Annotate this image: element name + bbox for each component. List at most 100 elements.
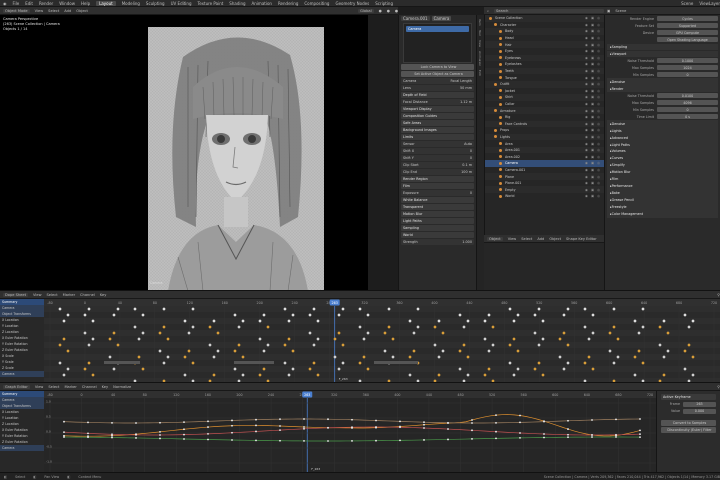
visibility-icons[interactable]: ◉ ▣ ◎ [585,115,604,119]
graph-menu-view[interactable]: View [35,385,44,389]
render-setting-row[interactable]: Noise Threshold 0.1000 [607,58,718,64]
render-setting-row[interactable]: Max Samples 1024 [607,64,718,71]
render-setting-value[interactable]: Supported [657,23,718,29]
render-section-render[interactable]: ▸ Render [607,85,718,92]
camera-prop-row[interactable]: Lens 50 mm [401,85,474,91]
visibility-icons[interactable]: ◉ ▣ ◎ [585,148,604,152]
lock-camera-button[interactable]: Lock Camera to View [401,64,474,70]
dope-channel-row[interactable]: Camera [0,371,44,377]
workspace-tab-texture-paint[interactable]: Texture Paint [197,1,223,6]
visibility-icons[interactable]: ◉ ▣ ◎ [585,102,604,106]
camera-prop-row[interactable]: Light Paths [401,218,474,224]
visibility-icons[interactable]: ◉ ▣ ◎ [585,23,604,27]
sidebar-tab-tool[interactable]: Tool [478,30,482,36]
visibility-icons[interactable]: ◉ ▣ ◎ [585,161,604,165]
viewport-menu-view[interactable]: View [35,9,44,13]
render-section-freestyle[interactable]: ▸ Freestyle [607,204,718,211]
world-strength-row[interactable]: Strength 1.000 [401,239,474,245]
render-section-advanced[interactable]: ▸ Advanced [607,134,718,141]
outliner-row[interactable]: Character ◉ ▣ ◎ [485,22,604,29]
render-setting-value[interactable]: 0.1000 [657,58,718,64]
dope-menu-key[interactable]: Key [100,293,107,297]
outliner-row[interactable]: Jacket ◉ ▣ ◎ [485,88,604,95]
camera-prop-row[interactable]: Clip Start 0.1 m [401,162,474,168]
visibility-icons[interactable]: ◉ ▣ ◎ [585,82,604,86]
render-setting-value[interactable]: GPU Compute [657,30,718,36]
viewport-menu-select[interactable]: Select [48,9,59,13]
render-setting-row[interactable]: Min Samples 0 [607,71,718,78]
camera-prop-row[interactable]: Shift Y 0 [401,155,474,161]
camera-prop-row[interactable]: Transparent [401,204,474,210]
render-section-curves[interactable]: ▸ Curves [607,155,718,162]
outliner-row[interactable]: Camera ◉ ▣ ◎ [485,160,604,167]
outliner-row[interactable]: Plane ◉ ▣ ◎ [485,173,604,180]
render-setting-value[interactable]: 4096 [657,100,718,106]
render-setting-value[interactable]: 0 [657,106,718,113]
outliner-row[interactable]: Body ◉ ▣ ◎ [485,28,604,35]
camera-prop-row[interactable]: Film [401,183,474,189]
visibility-icons[interactable]: ◉ ▣ ◎ [585,16,604,20]
graph-menu-graph-editor[interactable]: Graph Editor [3,384,30,389]
workspace-tab-modeling[interactable]: Modeling [122,1,140,6]
workspace-tab-scripting[interactable]: Scripting [375,1,393,6]
dope-menu-select[interactable]: Select [47,293,58,297]
menu-file[interactable]: File [13,1,20,6]
outliner-row[interactable]: Plane.001 ◉ ▣ ◎ [485,180,604,187]
outliner-row[interactable]: Armature ◉ ▣ ◎ [485,107,604,114]
view-layer-selector[interactable]: ViewLayer [699,1,720,6]
menu-edit[interactable]: Edit [25,1,33,6]
camera-prop-row[interactable]: Shift X 0 [401,148,474,154]
visibility-icons[interactable]: ◉ ▣ ◎ [585,49,604,53]
outliner-row[interactable]: Scene Collection ◉ ▣ ◎ [485,15,604,22]
render-setting-row[interactable]: Device GPU Compute [607,30,718,36]
camera-prop-row[interactable]: Limits [401,134,474,140]
render-section-sampling[interactable]: ▸ Sampling [607,43,718,50]
outliner-row[interactable]: Camera.001 ◉ ▣ ◎ [485,167,604,174]
outliner-row[interactable]: Props ◉ ▣ ◎ [485,127,604,134]
sidebar-tab-edit[interactable]: Edit [478,70,482,76]
render-setting-value[interactable]: Cycles [657,16,718,22]
menu-help[interactable]: Help [81,1,90,6]
render-setting-row[interactable]: Open Shading Language [607,37,718,43]
world-section[interactable]: World [401,232,474,238]
visibility-icons[interactable]: ◉ ▣ ◎ [585,56,604,60]
workspace-tab-geometry-nodes[interactable]: Geometry Nodes [335,1,369,6]
scene-selector[interactable]: Scene [681,1,693,6]
camera-prop-row[interactable]: Clip End 100 m [401,169,474,175]
camera-prop-row[interactable]: Depth of Field [401,92,474,98]
sidebar-tab-animation[interactable]: Animation [478,51,482,66]
rendered-shading-icon[interactable]: ● [395,9,398,13]
set-active-camera-button[interactable]: Set Active Object as Camera [401,71,474,77]
shape-editor-menu-select[interactable]: Select [521,237,532,241]
sidebar-tab-item[interactable]: Item [478,19,482,26]
visibility-icons[interactable]: ◉ ▣ ◎ [585,175,604,179]
visibility-icons[interactable]: ◉ ▣ ◎ [585,62,604,66]
blender-logo-icon[interactable]: ◉ [3,1,7,6]
visibility-icons[interactable]: ◉ ▣ ◎ [585,128,604,132]
camera-prop-row[interactable]: White Balance [401,197,474,203]
visibility-icons[interactable]: ◉ ▣ ◎ [585,188,604,192]
render-setting-value[interactable]: 0.0100 [657,93,718,99]
visibility-icons[interactable]: ◉ ▣ ◎ [585,43,604,47]
shape-key-editor[interactable] [484,243,604,290]
outliner-row[interactable]: Hair ◉ ▣ ◎ [485,41,604,48]
material-shading-icon[interactable]: ● [387,9,390,13]
render-setting-row[interactable]: Feature Set Supported [607,23,718,29]
render-setting-value[interactable]: Open Shading Language [657,37,718,43]
graph-menu-key[interactable]: Key [102,385,109,389]
dope-menu-dope-sheet[interactable]: Dope Sheet [3,292,28,297]
visibility-icons[interactable]: ◉ ▣ ◎ [585,168,604,172]
visibility-icons[interactable]: ◉ ▣ ◎ [585,109,604,113]
workspace-tab-shading[interactable]: Shading [229,1,245,6]
dope-menu-marker[interactable]: Marker [63,293,75,297]
camera-prop-row[interactable]: Focal Distance 1.12 m [401,99,474,105]
menu-window[interactable]: Window [59,1,75,6]
active-key-frame-row[interactable]: Frame 263 [661,401,716,407]
euler-filter-button[interactable]: Discontinuity (Euler) Filter [661,427,716,434]
camera-prop-row[interactable]: Motion Blur [401,211,474,217]
render-section-viewport[interactable]: ▸ Viewport [607,50,718,57]
menu-render[interactable]: Render [39,1,53,6]
outliner-row[interactable]: Outfit ◉ ▣ ◎ [485,80,604,88]
graph-channel-row[interactable]: Camera [0,445,44,451]
outliner-row[interactable]: World ◉ ▣ ◎ [485,193,604,200]
